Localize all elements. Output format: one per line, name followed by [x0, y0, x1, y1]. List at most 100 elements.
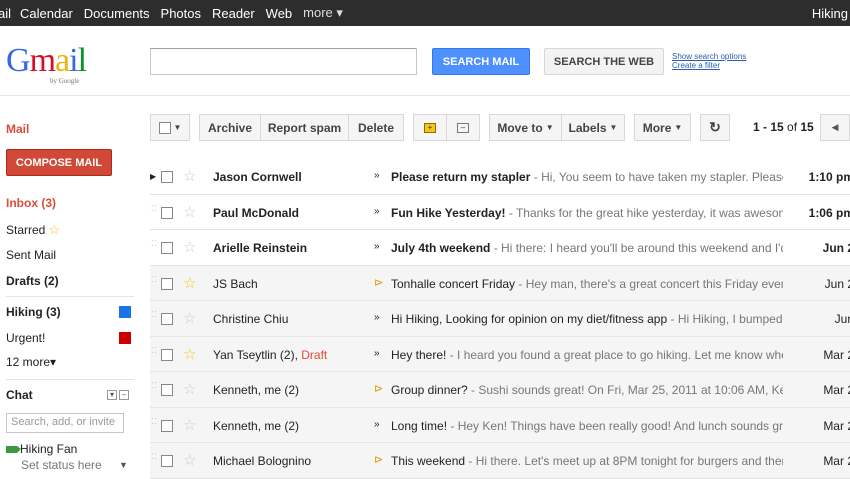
drag-handle-icon[interactable]: ⁚⁚ [151, 311, 157, 324]
row-checkbox[interactable] [161, 348, 173, 361]
row-checkbox[interactable] [161, 384, 173, 396]
chevron-left-icon: ◀ [831, 122, 839, 132]
drag-handle-icon[interactable]: ⁚⁚ [151, 204, 157, 218]
message-row[interactable]: ⁚⁚ ☆ JS Bach ⊳ Tonhalle concert Friday - Hey… [150, 265, 850, 301]
drag-handle-icon[interactable]: ⁚⁚ [151, 346, 157, 360]
sidebar-item-starred[interactable]: Starred ☆ [6, 222, 60, 238]
drag-handle-icon[interactable]: ⁚⁚ [151, 382, 157, 395]
message-date: 1:10 pm [808, 170, 850, 184]
checkbox-icon [158, 121, 171, 134]
important-marker-icon[interactable]: » [374, 348, 380, 359]
star-icon[interactable]: ☆ [183, 238, 196, 256]
message-date: Jun 2 [822, 241, 850, 255]
compose-mail-button[interactable]: COMPOSE MAIL [6, 149, 112, 176]
row-checkbox[interactable] [161, 206, 173, 219]
nav-photos[interactable]: Photos [161, 6, 201, 21]
chevron-down-icon[interactable]: ▼ [119, 460, 128, 470]
more-actions-button[interactable]: More ▼ [634, 114, 691, 141]
nav-calendar[interactable]: Calendar [20, 6, 73, 21]
not-important-button[interactable]: – [446, 114, 480, 141]
important-marker-icon[interactable]: ⊳ [374, 453, 383, 466]
sidebar-item-urgent[interactable]: Urgent! [6, 331, 45, 345]
gmail-logo[interactable]: Gmail by Google [6, 42, 96, 88]
important-marker-icon[interactable]: » [374, 206, 380, 217]
row-checkbox[interactable] [161, 313, 173, 325]
labels-button[interactable]: Labels ▼ [561, 114, 625, 141]
message-sender: Paul McDonald [213, 205, 300, 220]
prev-page-button[interactable]: ◀ [820, 114, 850, 141]
chat-minimize-icon[interactable]: – [119, 390, 129, 400]
nav-reader[interactable]: Reader [212, 6, 255, 21]
message-subject: Fun Hike Yesterday! - Thanks for the gre… [391, 206, 783, 220]
message-row[interactable]: ⁚⁚ ☆ Arielle Reinstein » July 4th weekend - … [150, 230, 850, 266]
chat-contact[interactable]: Hiking Fan [6, 442, 77, 456]
important-marker-icon[interactable]: ⊳ [374, 276, 383, 289]
top-nav-bar: ail Calendar Documents Photos Reader Web… [0, 0, 850, 26]
message-date: Mar 2 [823, 454, 850, 468]
drag-handle-icon[interactable]: ⁚⁚ [151, 453, 157, 466]
star-icon[interactable]: ☆ [183, 380, 196, 398]
nav-web[interactable]: Web [266, 6, 293, 21]
sidebar-item-sent[interactable]: Sent Mail [6, 248, 56, 262]
star-icon[interactable]: ☆ [183, 416, 196, 434]
row-checkbox[interactable] [161, 419, 173, 432]
star-icon[interactable]: ☆ [183, 451, 196, 469]
star-icon[interactable]: ☆ [183, 309, 196, 327]
message-snippet: - Hi there. Let's meet up at 8PM tonight… [468, 454, 783, 468]
chat-status[interactable]: Set status here [21, 458, 102, 472]
nav-mail[interactable]: ail [0, 6, 11, 21]
label-color-hiking[interactable] [119, 306, 131, 318]
message-row[interactable]: ⁚⁚ ☆ Christine Chiu » Hi Hiking, Looking for… [150, 301, 850, 337]
mail-label[interactable]: Mail [6, 122, 29, 136]
chat-search-input[interactable]: Search, add, or invite [6, 413, 124, 433]
chat-options-icon[interactable]: ▾ [107, 390, 117, 400]
search-mail-button[interactable]: SEARCH MAIL [432, 48, 530, 75]
message-row[interactable]: ⁚⁚ ☆ Yan Tseytlin (2), Draft » Hey there! - … [150, 336, 850, 372]
row-checkbox[interactable] [161, 242, 173, 254]
message-row[interactable]: ⁚⁚ ☆ Paul McDonald » Fun Hike Yesterday! - T… [150, 194, 850, 230]
account-name[interactable]: Hiking [812, 6, 848, 21]
message-row[interactable]: ⁚⁚ ☆ Kenneth, me (2) ⊳ Group dinner? - Sushi… [150, 372, 850, 408]
row-checkbox[interactable] [161, 455, 173, 467]
search-input[interactable] [150, 48, 417, 75]
important-marker-icon[interactable]: » [374, 312, 380, 323]
sidebar-divider [6, 296, 134, 297]
sidebar-item-hiking[interactable]: Hiking (3) [6, 305, 61, 319]
refresh-button[interactable]: ↻ [700, 114, 730, 141]
delete-button[interactable]: Delete [348, 114, 404, 141]
important-marker-icon[interactable]: » [374, 241, 380, 252]
select-all-checkbox[interactable]: ▼ [150, 114, 190, 141]
message-row[interactable]: ▶ ☆ Jason Cornwell » Please return my staple… [150, 159, 850, 195]
message-row[interactable]: ⁚⁚ ☆ Michael Bolognino ⊳ This weekend - Hi t… [150, 443, 850, 479]
create-filter-link[interactable]: Create a filter [672, 61, 746, 70]
pagination-info: 1 - 15 of 15 [753, 120, 814, 134]
drag-handle-icon[interactable]: ⁚⁚ [151, 240, 157, 253]
important-marker-icon[interactable]: » [374, 170, 380, 181]
sidebar-item-drafts[interactable]: Drafts (2) [6, 274, 59, 288]
nav-more[interactable]: more ▾ [303, 5, 343, 21]
nav-documents[interactable]: Documents [84, 6, 150, 21]
important-marker-icon[interactable]: » [374, 419, 380, 430]
show-search-options-link[interactable]: Show search options [672, 52, 746, 61]
star-icon[interactable]: ☆ [183, 274, 196, 292]
star-icon[interactable]: ☆ [183, 203, 196, 221]
chat-title[interactable]: Chat [6, 388, 33, 402]
drag-handle-icon[interactable]: ⁚⁚ [151, 417, 157, 431]
archive-button[interactable]: Archive [199, 114, 261, 141]
sidebar-item-more[interactable]: 12 more▾ [6, 355, 56, 369]
sidebar: Mail COMPOSE MAIL Inbox (3) Starred ☆ Sen… [0, 96, 140, 478]
mark-important-button[interactable]: + [413, 114, 447, 141]
move-to-button[interactable]: Move to ▼ [489, 114, 562, 141]
row-checkbox[interactable] [161, 277, 173, 290]
drag-handle-icon[interactable]: ⁚⁚ [151, 275, 157, 289]
star-icon[interactable]: ☆ [183, 345, 196, 363]
star-icon[interactable]: ☆ [183, 167, 196, 185]
label-color-urgent[interactable] [119, 332, 131, 344]
row-checkbox[interactable] [161, 171, 173, 183]
important-marker-icon[interactable]: ⊳ [374, 382, 383, 395]
message-row[interactable]: ⁚⁚ ☆ Kenneth, me (2) » Long time! - Hey Ken!… [150, 407, 850, 443]
sidebar-item-inbox[interactable]: Inbox (3) [6, 196, 56, 210]
report-spam-button[interactable]: Report spam [260, 114, 349, 141]
search-web-button[interactable]: SEARCH THE WEB [544, 48, 664, 75]
important-icon: + [424, 122, 436, 133]
